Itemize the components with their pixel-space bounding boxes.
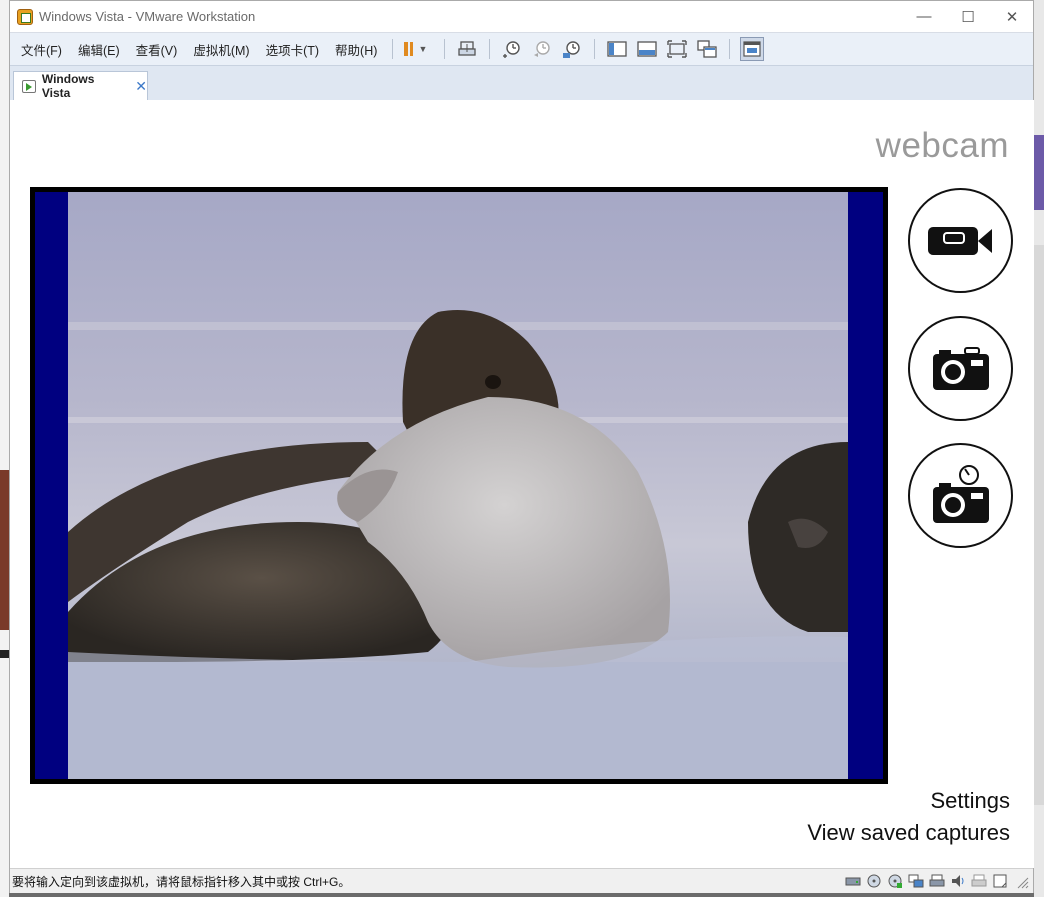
window-title: Windows Vista - VMware Workstation (39, 9, 256, 24)
toolbar-separator (729, 39, 731, 59)
tab-windows-vista[interactable]: Windows Vista ✕ (13, 71, 148, 100)
page-title: webcam (875, 126, 1009, 165)
pause-icon[interactable]: ▼ (403, 37, 427, 61)
vmware-logo-icon (17, 8, 33, 25)
snapshot-icon[interactable] (500, 37, 524, 61)
fullscreen-icon[interactable] (665, 37, 689, 61)
menu-file[interactable]: 文件(F) (13, 40, 70, 59)
toolbar-separator (594, 39, 596, 59)
send-keys-icon[interactable] (455, 37, 479, 61)
tab-strip: Windows Vista ✕ (10, 66, 1033, 100)
title-bar: Windows Vista - VMware Workstation — ☐ ✕ (10, 1, 1033, 32)
sound-icon[interactable] (950, 873, 966, 889)
view-saved-captures-link[interactable]: View saved captures (807, 820, 1010, 846)
menu-tabs[interactable]: 选项卡(T) (258, 40, 327, 59)
desktop-left-edge (0, 0, 9, 897)
status-bar: 要将输入定向到该虚拟机，请将鼠标指针移入其中或按 Ctrl+G。 (10, 868, 1033, 893)
vm-running-icon (22, 79, 36, 93)
menu-edit[interactable]: 编辑(E) (70, 40, 128, 59)
toolbar-separator (444, 39, 446, 59)
cd-drive-2-icon[interactable] (887, 873, 903, 889)
vmware-window: Windows Vista - VMware Workstation — ☐ ✕… (9, 0, 1034, 893)
record-video-button[interactable] (908, 188, 1013, 293)
timer-camera-icon (932, 464, 989, 523)
webcam-preview (30, 187, 888, 784)
hard-disk-icon[interactable] (845, 873, 861, 889)
guest-screen[interactable]: webcam Settings View saved captures (10, 100, 1034, 868)
settings-link[interactable]: Settings (931, 788, 1011, 814)
menu-view[interactable]: 查看(V) (128, 40, 186, 59)
unity-icon[interactable] (695, 37, 719, 61)
usb-printer-icon[interactable] (971, 873, 987, 889)
tab-label: Windows Vista (41, 72, 95, 100)
message-icon[interactable] (992, 873, 1008, 889)
library-icon[interactable] (605, 37, 629, 61)
video-camera-icon (927, 226, 992, 255)
webcam-image (68, 192, 848, 779)
maximize-button[interactable]: ☐ (946, 1, 990, 32)
cd-drive-icon[interactable] (866, 873, 882, 889)
desktop-right-edge (1034, 0, 1044, 897)
take-photo-button[interactable] (908, 316, 1013, 421)
menu-bar: 文件(F) 编辑(E) 查看(V) 虚拟机(M) 选项卡(T) 帮助(H) ▼ (10, 32, 1033, 66)
console-view-icon[interactable] (635, 37, 659, 61)
webcam-preview-fill (35, 192, 883, 779)
toolbar-separator (392, 39, 394, 59)
tab-close-icon[interactable]: ✕ (135, 78, 147, 95)
minimize-button[interactable]: — (902, 1, 946, 32)
snapshot-manager-icon[interactable] (560, 37, 584, 61)
menu-vm[interactable]: 虚拟机(M) (185, 40, 257, 59)
revert-snapshot-icon[interactable] (530, 37, 554, 61)
device-icons (845, 873, 1029, 889)
status-message: 要将输入定向到该虚拟机，请将鼠标指针移入其中或按 Ctrl+G。 (12, 874, 351, 889)
timed-photo-button[interactable] (908, 443, 1013, 548)
thumbnail-icon[interactable] (740, 37, 765, 61)
resize-grip-icon[interactable] (1013, 873, 1029, 889)
toolbar-separator (489, 39, 491, 59)
camera-icon (932, 346, 989, 390)
menu-help[interactable]: 帮助(H) (327, 40, 385, 59)
network-icon[interactable] (908, 873, 924, 889)
printer-icon[interactable] (929, 873, 945, 889)
close-button[interactable]: ✕ (990, 1, 1034, 32)
